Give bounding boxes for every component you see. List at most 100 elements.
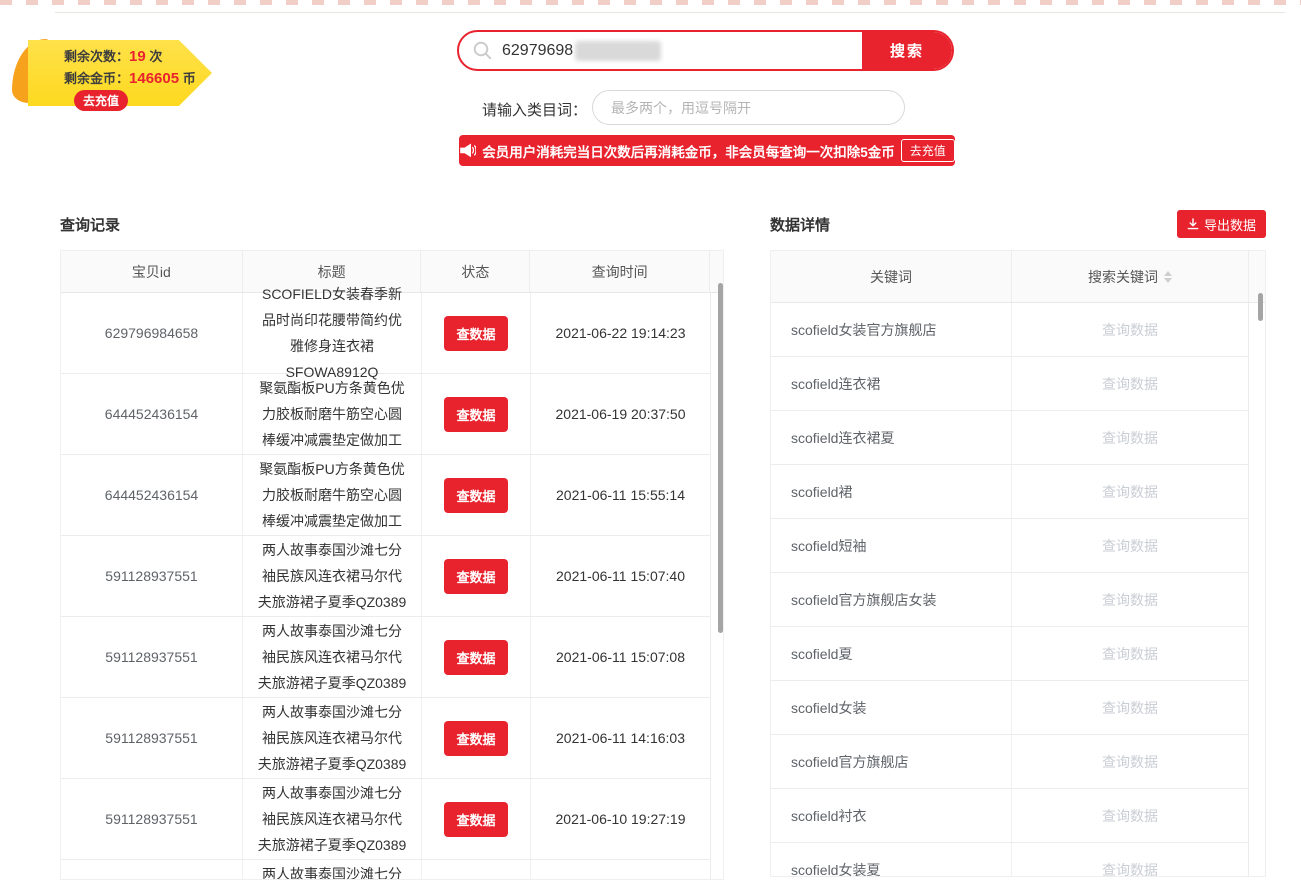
remaining-times-label: 剩余次数： (64, 49, 129, 64)
item-id-cell: 644452436154 (61, 374, 242, 454)
query-time-cell: 2021-06-11 15:07:08 (530, 617, 710, 697)
search-button[interactable]: 搜索 (862, 30, 952, 71)
item-title-cell: 两人故事泰国沙滩七分袖民族风连衣裙马尔代夫旅游裙子夏季QZ0389 (242, 617, 421, 697)
status-cell: 查数据 (421, 698, 530, 778)
recharge-button[interactable]: 去充值 (74, 90, 128, 111)
query-time-cell: 2021-06-10 19:27:19 (530, 860, 710, 880)
item-id-cell: 591128937551 (61, 698, 242, 778)
column-header-search-keyword[interactable]: 搜索关键词 (1011, 251, 1248, 302)
keyword-cell: scofield连衣裙夏 (771, 428, 1011, 448)
remaining-times-unit: 次 (149, 49, 162, 64)
query-records-table: 宝贝id 标题 状态 查询时间 629796984658 SCOFIELD女装春… (60, 250, 724, 880)
query-data-link[interactable]: 查询数据 (1011, 843, 1248, 877)
export-data-button[interactable]: 导出数据 (1177, 210, 1266, 238)
query-data-link[interactable]: 查询数据 (1011, 465, 1248, 518)
keyword-cell: scofield官方旗舰店 (771, 752, 1011, 772)
query-time-cell: 2021-06-11 15:55:14 (530, 455, 710, 535)
table-row: 644452436154 聚氨酯板PU方条黄色优力胶板耐磨牛筋空心圆棒缓冲减震垫… (61, 455, 711, 536)
item-title-cell: 两人故事泰国沙滩七分袖民族风连衣裙马尔代夫旅游裙子夏季QZ0389 (242, 779, 421, 859)
keyword-cell: scofield短袖 (771, 536, 1011, 556)
status-cell: 查数据 (421, 293, 530, 373)
query-data-link[interactable]: 查询数据 (1011, 789, 1248, 842)
keyword-row: scofield衬衣 查询数据 (771, 789, 1249, 843)
notice-text: 会员用户消耗完当日次数后再消耗金币，非会员每查询一次扣除5金币 (482, 141, 895, 161)
search-bar[interactable]: 62979698 搜索 (457, 30, 954, 71)
query-records-body: 629796984658 SCOFIELD女装春季新品时尚印花腰带简约优雅修身连… (61, 293, 723, 880)
check-data-button[interactable]: 查数据 (444, 640, 507, 675)
keyword-cell: scofield衬衣 (771, 806, 1011, 826)
item-id-cell: 591128937551 (61, 536, 242, 616)
status-cell: 查数据 (421, 779, 530, 859)
column-header-keyword: 关键词 (771, 251, 1011, 302)
keyword-row: scofield官方旗舰店 查询数据 (771, 735, 1249, 789)
notice-banner: 会员用户消耗完当日次数后再消耗金币，非会员每查询一次扣除5金币 去充值 (459, 135, 955, 166)
query-time-cell: 2021-06-22 19:14:23 (530, 293, 710, 373)
table-row: 591128937551 两人故事泰国沙滩七分袖民族风连衣裙马尔代夫旅游裙子夏季… (61, 860, 711, 880)
status-cell: 查数据 (421, 617, 530, 697)
query-data-link[interactable]: 查询数据 (1011, 627, 1248, 680)
table-row: 629796984658 SCOFIELD女装春季新品时尚印花腰带简约优雅修身连… (61, 293, 711, 374)
column-header-query-time: 查询时间 (529, 251, 709, 292)
query-time-cell: 2021-06-11 14:16:03 (530, 698, 710, 778)
check-data-button[interactable]: 查数据 (444, 721, 507, 756)
keyword-cell: scofield裙 (771, 482, 1011, 502)
check-data-button[interactable]: 查数据 (444, 478, 507, 513)
megaphone-icon (459, 143, 476, 158)
query-data-link[interactable]: 查询数据 (1011, 735, 1248, 788)
query-time-cell: 2021-06-11 15:07:40 (530, 536, 710, 616)
query-time-cell: 2021-06-10 19:27:19 (530, 779, 710, 859)
status-cell: 查数据 (421, 536, 530, 616)
item-title-cell: 聚氨酯板PU方条黄色优力胶板耐磨牛筋空心圆棒缓冲减震垫定做加工 (242, 455, 421, 535)
query-data-link[interactable]: 查询数据 (1011, 411, 1248, 464)
export-data-label: 导出数据 (1204, 215, 1256, 234)
keyword-cell: scofield女装 (771, 698, 1011, 718)
quota-ribbon: 剩余次数：19 次 剩余金币：146605 币 去充值 (12, 36, 212, 114)
remaining-coins-unit: 币 (183, 71, 196, 86)
data-details-table: 关键词 搜索关键词 scofield女装官方旗舰店 查询数据 scofield连… (770, 250, 1266, 877)
keyword-row: scofield裙 查询数据 (771, 465, 1249, 519)
status-cell: 查数据 (421, 374, 530, 454)
keyword-row: scofield短袖 查询数据 (771, 519, 1249, 573)
check-data-button[interactable]: 查数据 (444, 397, 507, 432)
table-row: 591128937551 两人故事泰国沙滩七分袖民族风连衣裙马尔代夫旅游裙子夏季… (61, 698, 711, 779)
query-time-cell: 2021-06-19 20:37:50 (530, 374, 710, 454)
redacted-value (575, 41, 661, 61)
keyword-cell: scofield女装官方旗舰店 (771, 320, 1011, 340)
keyword-row: scofield连衣裙夏 查询数据 (771, 411, 1249, 465)
search-input-value[interactable]: 62979698 (502, 42, 573, 60)
table-row: 644452436154 聚氨酯板PU方条黄色优力胶板耐磨牛筋空心圆棒缓冲减震垫… (61, 374, 711, 455)
query-records-scrollbar[interactable] (718, 283, 723, 633)
table-row: 591128937551 两人故事泰国沙滩七分袖民族风连衣裙马尔代夫旅游裙子夏季… (61, 536, 711, 617)
item-title-cell: 两人故事泰国沙滩七分袖民族风连衣裙马尔代夫旅游裙子夏季QZ0389 (242, 536, 421, 616)
query-data-link[interactable]: 查询数据 (1011, 357, 1248, 410)
search-keyword-label: 搜索关键词 (1088, 267, 1158, 287)
keyword-cell: scofield连衣裙 (771, 374, 1011, 394)
column-header-item-id: 宝贝id (61, 251, 242, 292)
item-id-cell: 591128937551 (61, 860, 242, 880)
top-divider (55, 12, 1285, 13)
keyword-cell: scofield官方旗舰店女装 (771, 590, 1011, 610)
item-title-cell: SCOFIELD女装春季新品时尚印花腰带简约优雅修身连衣裙SFOWA8912Q (242, 293, 421, 373)
status-cell: 查数据 (421, 860, 530, 880)
query-data-link[interactable]: 查询数据 (1011, 303, 1248, 356)
item-title-cell: 两人故事泰国沙滩七分袖民族风连衣裙马尔代夫旅游裙子夏季QZ0389 (242, 860, 421, 880)
query-records-title: 查询记录 (60, 214, 120, 235)
data-details-body: scofield女装官方旗舰店 查询数据 scofield连衣裙 查询数据 sc… (771, 303, 1265, 877)
status-cell: 查数据 (421, 455, 530, 535)
notice-recharge-button[interactable]: 去充值 (901, 139, 955, 162)
query-data-link[interactable]: 查询数据 (1011, 573, 1248, 626)
check-data-button[interactable]: 查数据 (444, 559, 507, 594)
query-data-link[interactable]: 查询数据 (1011, 681, 1248, 734)
check-data-button[interactable]: 查数据 (444, 316, 507, 351)
table-row: 591128937551 两人故事泰国沙滩七分袖民族风连衣裙马尔代夫旅游裙子夏季… (61, 617, 711, 698)
keyword-row: scofield官方旗舰店女装 查询数据 (771, 573, 1249, 627)
keyword-row: scofield夏 查询数据 (771, 627, 1249, 681)
check-data-button[interactable]: 查数据 (444, 802, 507, 837)
data-details-header: 关键词 搜索关键词 (771, 251, 1265, 303)
sort-icon[interactable] (1164, 271, 1172, 283)
item-id-cell: 591128937551 (61, 617, 242, 697)
category-input[interactable] (592, 90, 905, 125)
keyword-row: scofield女装 查询数据 (771, 681, 1249, 735)
data-details-scrollbar[interactable] (1258, 293, 1263, 321)
query-data-link[interactable]: 查询数据 (1011, 519, 1248, 572)
